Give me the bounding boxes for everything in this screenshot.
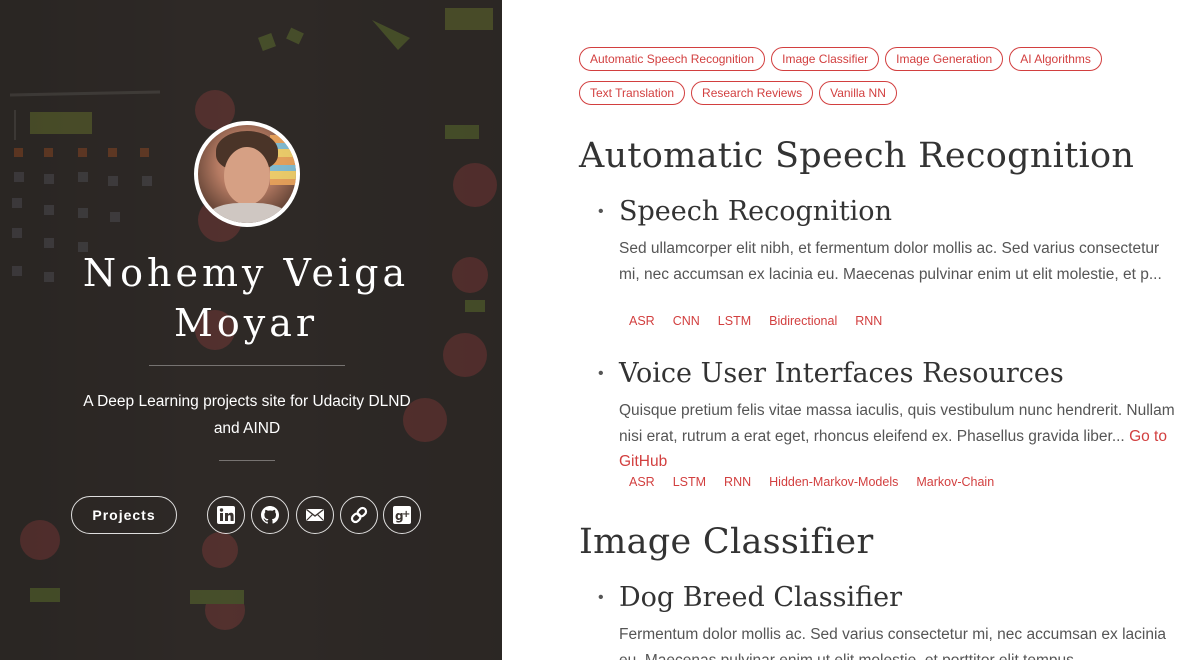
post-tag[interactable]: Bidirectional: [769, 314, 837, 328]
post-tag[interactable]: LSTM: [718, 314, 751, 328]
post-title-link[interactable]: Speech Recognition: [619, 196, 892, 227]
linkedin-icon: [217, 506, 235, 524]
post-tags: ASR CNN LSTM Bidirectional RNN: [629, 314, 900, 328]
tag-ai-algorithms[interactable]: AI Algorithms: [1009, 47, 1102, 71]
main-content: Automatic Speech Recognition Image Class…: [502, 0, 1197, 660]
post-excerpt: Sed ullamcorper elit nibh, et fermentum …: [619, 240, 1162, 283]
tag-image-classifier[interactable]: Image Classifier: [771, 47, 880, 71]
github-icon: [261, 506, 279, 524]
author-name: Nohemy Veiga Moyar: [40, 248, 452, 348]
post-tag[interactable]: Markov-Chain: [916, 475, 994, 489]
tag-image-generation[interactable]: Image Generation: [885, 47, 1004, 71]
email-icon: [306, 508, 324, 521]
post-tags: ASR LSTM RNN Hidden-Markov-Models Markov…: [629, 475, 1012, 489]
link-icon: [350, 506, 368, 524]
post-tag[interactable]: CNN: [673, 314, 700, 328]
google-plus-icon: g +: [393, 506, 411, 524]
tag-cloud: Automatic Speech Recognition Image Class…: [579, 47, 1139, 115]
projects-button[interactable]: Projects: [71, 496, 177, 534]
post-excerpt-text: Quisque pretium felis vitae massa iaculi…: [619, 402, 1175, 445]
post-excerpt: Fermentum dolor mollis ac. Sed varius co…: [619, 626, 1167, 660]
bullet: •: [598, 365, 604, 382]
post-tag[interactable]: ASR: [629, 314, 655, 328]
post-tag[interactable]: RNN: [724, 475, 751, 489]
post-excerpt: Quisque pretium felis vitae massa iaculi…: [619, 398, 1179, 475]
post-tag[interactable]: ASR: [629, 475, 655, 489]
link-button[interactable]: [340, 496, 378, 534]
section-title: Automatic Speech Recognition: [579, 136, 1135, 176]
linkedin-button[interactable]: [207, 496, 245, 534]
tag-research-reviews[interactable]: Research Reviews: [691, 81, 814, 105]
post-title-link[interactable]: Dog Breed Classifier: [619, 582, 902, 613]
post-title-link[interactable]: Voice User Interfaces Resources: [619, 358, 1064, 389]
section-title: Image Classifier: [579, 522, 874, 562]
google-plus-button[interactable]: g +: [383, 496, 421, 534]
author-name-line1: Nohemy Veiga: [82, 251, 410, 295]
tag-row: Automatic Speech Recognition Image Class…: [579, 47, 1139, 71]
github-button[interactable]: [251, 496, 289, 534]
site-tagline: A Deep Learning projects site for Udacit…: [83, 393, 411, 437]
tag-automatic-speech-recognition[interactable]: Automatic Speech Recognition: [579, 47, 766, 71]
post-tag[interactable]: RNN: [855, 314, 882, 328]
divider-short: [219, 460, 275, 461]
tag-vanilla-nn[interactable]: Vanilla NN: [819, 81, 897, 105]
email-button[interactable]: [296, 496, 334, 534]
bullet: •: [598, 589, 604, 606]
avatar: [194, 121, 300, 227]
sidebar: Nohemy Veiga Moyar A Deep Learning proje…: [0, 0, 502, 660]
bullet: •: [598, 203, 604, 220]
tag-text-translation[interactable]: Text Translation: [579, 81, 686, 105]
tag-row: Text Translation Research Reviews Vanill…: [579, 81, 1139, 105]
sidebar-content: Nohemy Veiga Moyar A Deep Learning proje…: [0, 0, 502, 660]
svg-text:+: +: [402, 509, 410, 520]
post-tag[interactable]: LSTM: [673, 475, 706, 489]
post-tag[interactable]: Hidden-Markov-Models: [769, 475, 898, 489]
author-name-line2: Moyar: [173, 301, 319, 345]
divider: [149, 365, 345, 366]
